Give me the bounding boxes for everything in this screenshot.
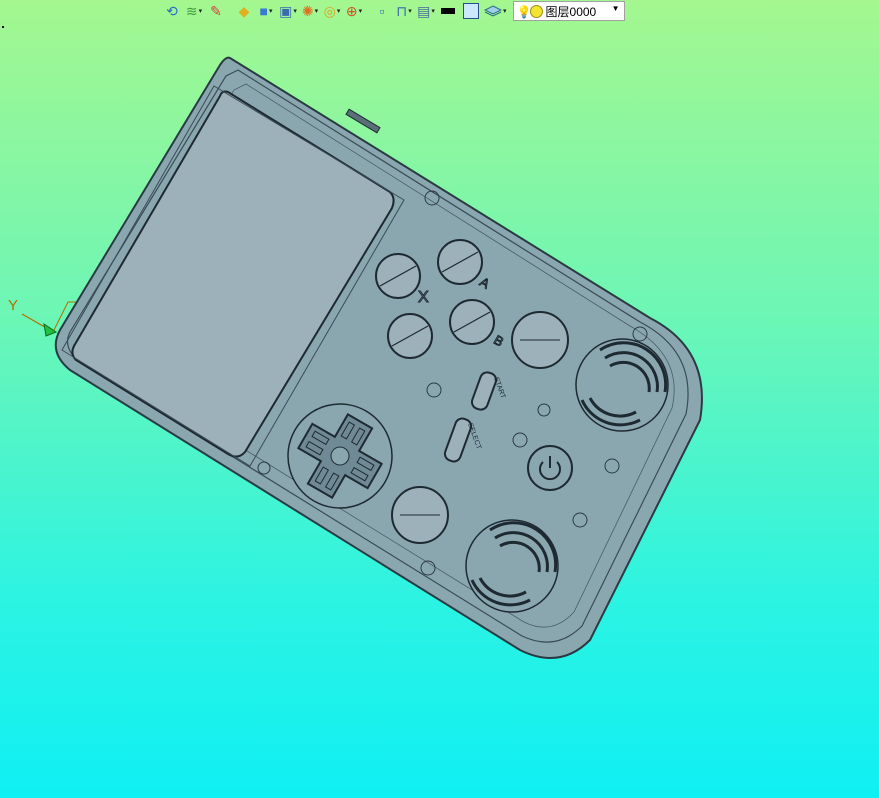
speaker-bottom (465, 519, 559, 613)
model-viewport[interactable]: X A B START SELECT (0, 0, 879, 798)
button-x-label: X (418, 289, 429, 306)
speaker-top (575, 338, 669, 432)
handheld-console-model: X A B START SELECT (54, 56, 703, 659)
